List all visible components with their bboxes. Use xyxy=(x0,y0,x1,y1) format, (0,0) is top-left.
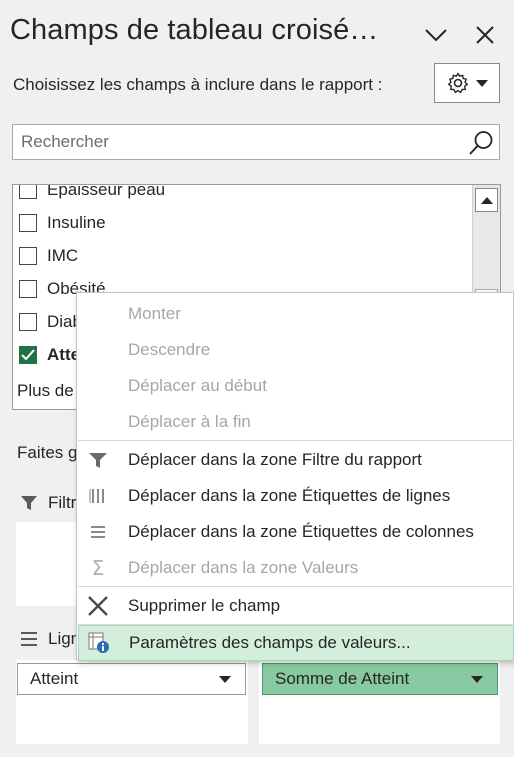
search-input[interactable] xyxy=(21,130,461,154)
field-checkbox[interactable] xyxy=(19,280,37,298)
field-checkbox[interactable] xyxy=(19,313,37,331)
rows-field-atteint[interactable]: Atteint xyxy=(17,663,246,695)
menu-item-move-up[interactable]: Monter xyxy=(78,296,514,332)
field-row[interactable]: Épaisseur peau xyxy=(19,184,166,205)
chevron-down-icon xyxy=(425,29,447,42)
close-pane-button[interactable] xyxy=(472,22,498,48)
values-field-label: Somme de Atteint xyxy=(275,669,410,688)
tools-button[interactable] xyxy=(434,63,500,103)
search-icon[interactable] xyxy=(467,129,495,157)
gear-icon xyxy=(448,72,468,94)
scroll-up-button[interactable] xyxy=(475,188,498,212)
row-labels-icon xyxy=(86,484,110,508)
menu-separator xyxy=(78,586,514,587)
menu-item-move-to-column-labels[interactable]: Déplacer dans la zone Étiquettes de colo… xyxy=(78,514,514,550)
menu-item-label: Déplacer dans la zone Étiquettes de lign… xyxy=(128,486,451,505)
menu-item-move-down[interactable]: Descendre xyxy=(78,332,514,368)
menu-item-label: Déplacer dans la zone Étiquettes de colo… xyxy=(128,522,474,541)
close-icon xyxy=(476,26,494,44)
field-row[interactable]: IMC xyxy=(19,241,78,271)
menu-item-move-to-start[interactable]: Déplacer au début xyxy=(78,368,514,404)
rows-field-label: Atteint xyxy=(30,669,79,688)
column-labels-icon xyxy=(86,520,110,544)
sigma-icon: Σ xyxy=(91,556,105,580)
menu-item-label: Monter xyxy=(128,304,181,323)
field-settings-icon xyxy=(87,631,111,655)
menu-item-label: Déplacer dans la zone Valeurs xyxy=(128,558,359,577)
more-tables-link[interactable]: Plus de xyxy=(17,381,74,401)
collapse-pane-button[interactable] xyxy=(423,22,449,48)
menu-item-label: Paramètres des champs de valeurs... xyxy=(129,633,411,652)
field-checkbox[interactable] xyxy=(19,185,37,199)
pane-title: Champs de tableau croisé… xyxy=(10,14,379,46)
field-label: Épaisseur peau xyxy=(47,184,166,199)
menu-item-move-to-values[interactable]: Σ Déplacer dans la zone Valeurs xyxy=(78,550,514,586)
field-checkbox-checked[interactable] xyxy=(19,346,37,364)
field-label: Insuline xyxy=(47,213,106,232)
menu-item-label: Supprimer le champ xyxy=(128,596,281,615)
checkmark-icon xyxy=(21,349,35,361)
menu-item-value-field-settings[interactable]: Paramètres des champs de valeurs... xyxy=(78,625,514,661)
remove-field-icon xyxy=(86,594,110,618)
field-context-menu: Monter Descendre Déplacer au début Dépla… xyxy=(76,292,514,661)
menu-item-move-to-end[interactable]: Déplacer à la fin xyxy=(78,404,514,440)
dropdown-arrow-icon[interactable] xyxy=(471,676,483,683)
rows-area-header: Lign xyxy=(20,629,80,649)
menu-item-remove-field[interactable]: Supprimer le champ xyxy=(78,588,514,624)
search-field[interactable] xyxy=(12,124,500,160)
rows-icon xyxy=(21,632,37,646)
field-row[interactable]: Diab xyxy=(19,307,82,337)
scroll-up-arrow-icon xyxy=(480,196,493,204)
field-row[interactable]: Atte xyxy=(19,340,80,370)
field-label: IMC xyxy=(47,246,79,265)
menu-item-label: Descendre xyxy=(128,340,211,359)
field-checkbox[interactable] xyxy=(19,247,37,265)
dropdown-arrow-icon[interactable] xyxy=(219,676,231,683)
dropdown-arrow-icon xyxy=(476,79,488,87)
menu-item-move-to-filters[interactable]: Déplacer dans la zone Filtre du rapport xyxy=(78,442,514,478)
menu-separator xyxy=(78,440,514,441)
field-checkbox[interactable] xyxy=(19,214,37,232)
field-row[interactable]: Insuline xyxy=(19,208,106,238)
filters-area-label: Filtr xyxy=(48,493,77,512)
choose-fields-label: Choisissez les champs à inclure dans le … xyxy=(13,75,383,94)
values-field-somme[interactable]: Somme de Atteint xyxy=(262,663,498,695)
menu-item-label: Déplacer dans la zone Filtre du rapport xyxy=(128,450,422,469)
menu-item-label: Déplacer à la fin xyxy=(128,412,251,431)
filter-icon xyxy=(21,496,37,510)
menu-item-move-to-row-labels[interactable]: Déplacer dans la zone Étiquettes de lign… xyxy=(78,478,514,514)
filters-area-header: Filtr xyxy=(20,493,76,513)
drag-fields-label: Faites g xyxy=(17,443,78,462)
menu-item-label: Déplacer au début xyxy=(128,376,267,395)
filter-icon xyxy=(86,448,110,472)
